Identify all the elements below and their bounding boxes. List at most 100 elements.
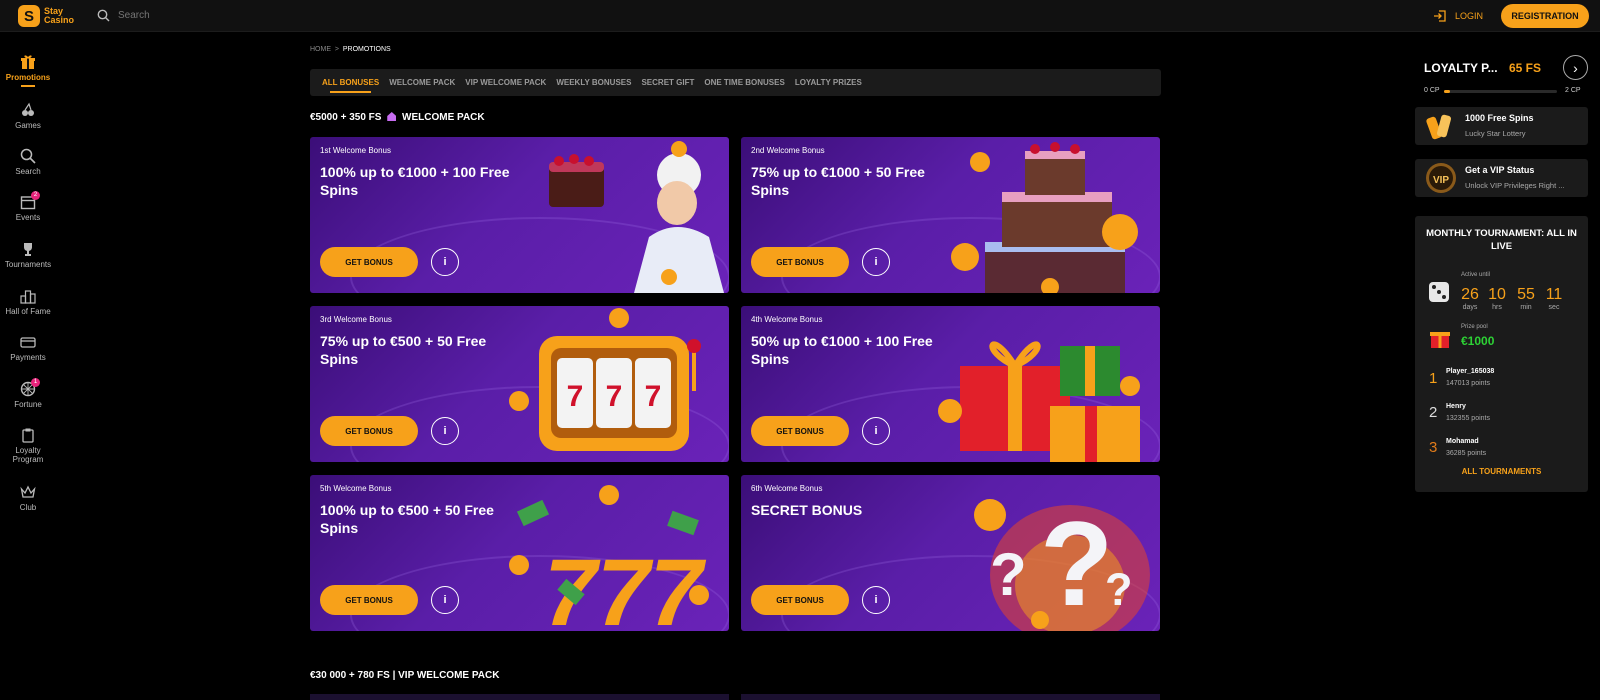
info-icon[interactable]: i (431, 586, 459, 614)
card-label: 4th Welcome Bonus (751, 315, 823, 324)
slot-machine-illustration: 7 7 7 (509, 308, 701, 451)
get-bonus-button[interactable]: GET BONUS (320, 585, 418, 615)
info-icon[interactable]: i (862, 417, 890, 445)
logo-text: Stay Casino (44, 7, 74, 25)
gift-boxes-illustration (938, 341, 1140, 462)
breadcrumb-current: PROMOTIONS (342, 46, 391, 53)
sidebar-item-games[interactable]: Games (0, 102, 56, 130)
get-bonus-button[interactable]: GET BONUS (320, 416, 418, 446)
get-bonus-button[interactable]: GET BONUS (751, 247, 849, 277)
info-icon[interactable]: i (431, 417, 459, 445)
leader-name: Henry (1446, 403, 1466, 410)
all-tournaments-link[interactable]: ALL TOURNAMENTS (1415, 467, 1588, 476)
info-icon[interactable]: i (862, 586, 890, 614)
prize-pool-label: Prize pool (1461, 324, 1488, 330)
login-link[interactable]: LOGIN (1433, 10, 1483, 22)
tab-secret-gift[interactable]: SECRET GIFT (641, 78, 694, 87)
sidebar-item-promotions[interactable]: Promotions (0, 54, 56, 87)
bonus-card-6: ? ? ? 6th Welcome Bonus SECRET BONUS GET… (741, 475, 1160, 631)
sidebar-item-payments[interactable]: Payments (0, 334, 56, 362)
get-bonus-button[interactable]: GET BONUS (320, 247, 418, 277)
crown-icon (20, 485, 36, 498)
leader-name: Player_165038 (1446, 368, 1495, 375)
sidebar-item-search[interactable]: Search (0, 148, 56, 176)
tab-weekly-bonuses[interactable]: WEEKLY BONUSES (556, 78, 631, 87)
bonus-card-2: 2nd Welcome Bonus 75% up to €1000 + 50 F… (741, 137, 1160, 293)
gift-icon (1430, 332, 1450, 348)
sidebar-label: Tournaments (4, 260, 52, 269)
countdown-minutes-value: 55 (1517, 286, 1535, 303)
countdown-days: 26 days (1459, 286, 1481, 311)
trophy-icon (24, 243, 32, 256)
sidebar-label: Events (15, 213, 41, 222)
breadcrumb: HOME > PROMOTIONS (310, 46, 391, 53)
card-label: 6th Welcome Bonus (751, 484, 823, 493)
top-bar: S Stay Casino LOGIN REGISTRATION (0, 0, 1600, 32)
loyalty-free-spins: 65 FS (1509, 61, 1542, 75)
house-icon (387, 112, 397, 121)
countdown-days-unit: days (1462, 304, 1478, 311)
get-bonus-button[interactable]: GET BONUS (751, 585, 849, 615)
tab-vip-welcome-pack[interactable]: VIP WELCOME PACK (465, 78, 546, 87)
tab-welcome-pack[interactable]: WELCOME PACK (389, 78, 455, 87)
rank-2: 2 (1429, 404, 1438, 421)
info-icon[interactable]: i (431, 248, 459, 276)
sidebar-label: Club (19, 503, 37, 512)
vip-card-preview (741, 694, 1160, 700)
tab-one-time-bonuses[interactable]: ONE TIME BONUSES (704, 78, 784, 87)
section-title-text: WELCOME PACK (402, 112, 485, 123)
card-label: 1st Welcome Bonus (320, 146, 391, 155)
leader-points: 36285 points (1446, 450, 1487, 457)
bonus-card-1: 1st Welcome Bonus 100% up to €1000 + 100… (310, 137, 729, 293)
leader-points: 147013 points (1446, 380, 1490, 387)
gift-icon (21, 55, 35, 69)
countdown-seconds-unit: sec (1548, 304, 1560, 311)
layer-cake-illustration (951, 142, 1138, 293)
registration-button[interactable]: REGISTRATION (1501, 4, 1589, 28)
sidebar-item-tournaments[interactable]: Tournaments (0, 241, 56, 269)
card-label: 2nd Welcome Bonus (751, 146, 825, 155)
sidebar-item-hall-of-fame[interactable]: Hall of Fame (0, 288, 56, 316)
dice-icon (1429, 282, 1449, 302)
tab-loyalty-prizes[interactable]: LOYALTY PRIZES (795, 78, 862, 87)
sidebar-label: Hall of Fame (5, 307, 51, 316)
cp-current: 0 CP (1424, 87, 1440, 94)
vip-badge-icon: VIP (1426, 163, 1456, 193)
rank-1: 1 (1429, 370, 1438, 387)
sidebar-label-line2: Program (12, 455, 44, 464)
rank-3: 3 (1429, 439, 1438, 456)
tab-all-bonuses[interactable]: ALL BONUSES (322, 78, 379, 93)
cp-target: 2 CP (1565, 87, 1581, 94)
countdown-hours-value: 10 (1488, 286, 1506, 303)
sidebar-label: Promotions (5, 73, 51, 82)
countdown-days-value: 26 (1461, 286, 1479, 303)
login-icon (1434, 10, 1446, 22)
promo-subtitle: Lucky Star Lottery (1465, 129, 1526, 138)
search-bar[interactable] (97, 9, 238, 22)
logo-mark-icon: S (18, 5, 40, 27)
sidebar-item-club[interactable]: Club (0, 484, 56, 512)
sidebar-item-fortune[interactable]: 1 Fortune (0, 378, 56, 409)
card-headline: 75% up to €1000 + 50 Free Spins (751, 164, 925, 198)
sidebar-item-loyalty-program[interactable]: Loyalty Program (0, 427, 56, 464)
vip-status-promo[interactable]: VIP Get a VIP Status Unlock VIP Privileg… (1415, 159, 1588, 197)
section-title-vip-welcome-pack: €30 000 + 780 FS | VIP WELCOME PACK (310, 670, 500, 681)
card-headline: 75% up to €500 + 50 Free Spins (320, 333, 487, 367)
sidebar-item-events[interactable]: 2 Events (0, 191, 56, 222)
loyalty-title: LOYALTY P... (1424, 61, 1498, 75)
get-bonus-button[interactable]: GET BONUS (751, 416, 849, 446)
active-underline (21, 85, 35, 87)
info-icon[interactable]: i (862, 248, 890, 276)
bonus-card-4: 4th Welcome Bonus 50% up to €1000 + 100 … (741, 306, 1160, 462)
breadcrumb-separator: > (334, 46, 339, 53)
login-label: LOGIN (1455, 11, 1484, 21)
section-title-welcome-pack: €5000 + 350 FS WELCOME PACK (310, 112, 485, 123)
svg-text:VIP: VIP (1433, 175, 1449, 186)
logo[interactable]: S Stay Casino (18, 5, 74, 27)
chevron-right-icon[interactable]: › (1563, 55, 1588, 80)
free-spins-promo[interactable]: 1000 Free Spins Lucky Star Lottery (1415, 107, 1588, 145)
search-icon (20, 148, 36, 164)
golden-777-illustration: 777 (509, 485, 709, 631)
breadcrumb-home[interactable]: HOME (310, 46, 331, 53)
search-input[interactable] (118, 10, 238, 21)
